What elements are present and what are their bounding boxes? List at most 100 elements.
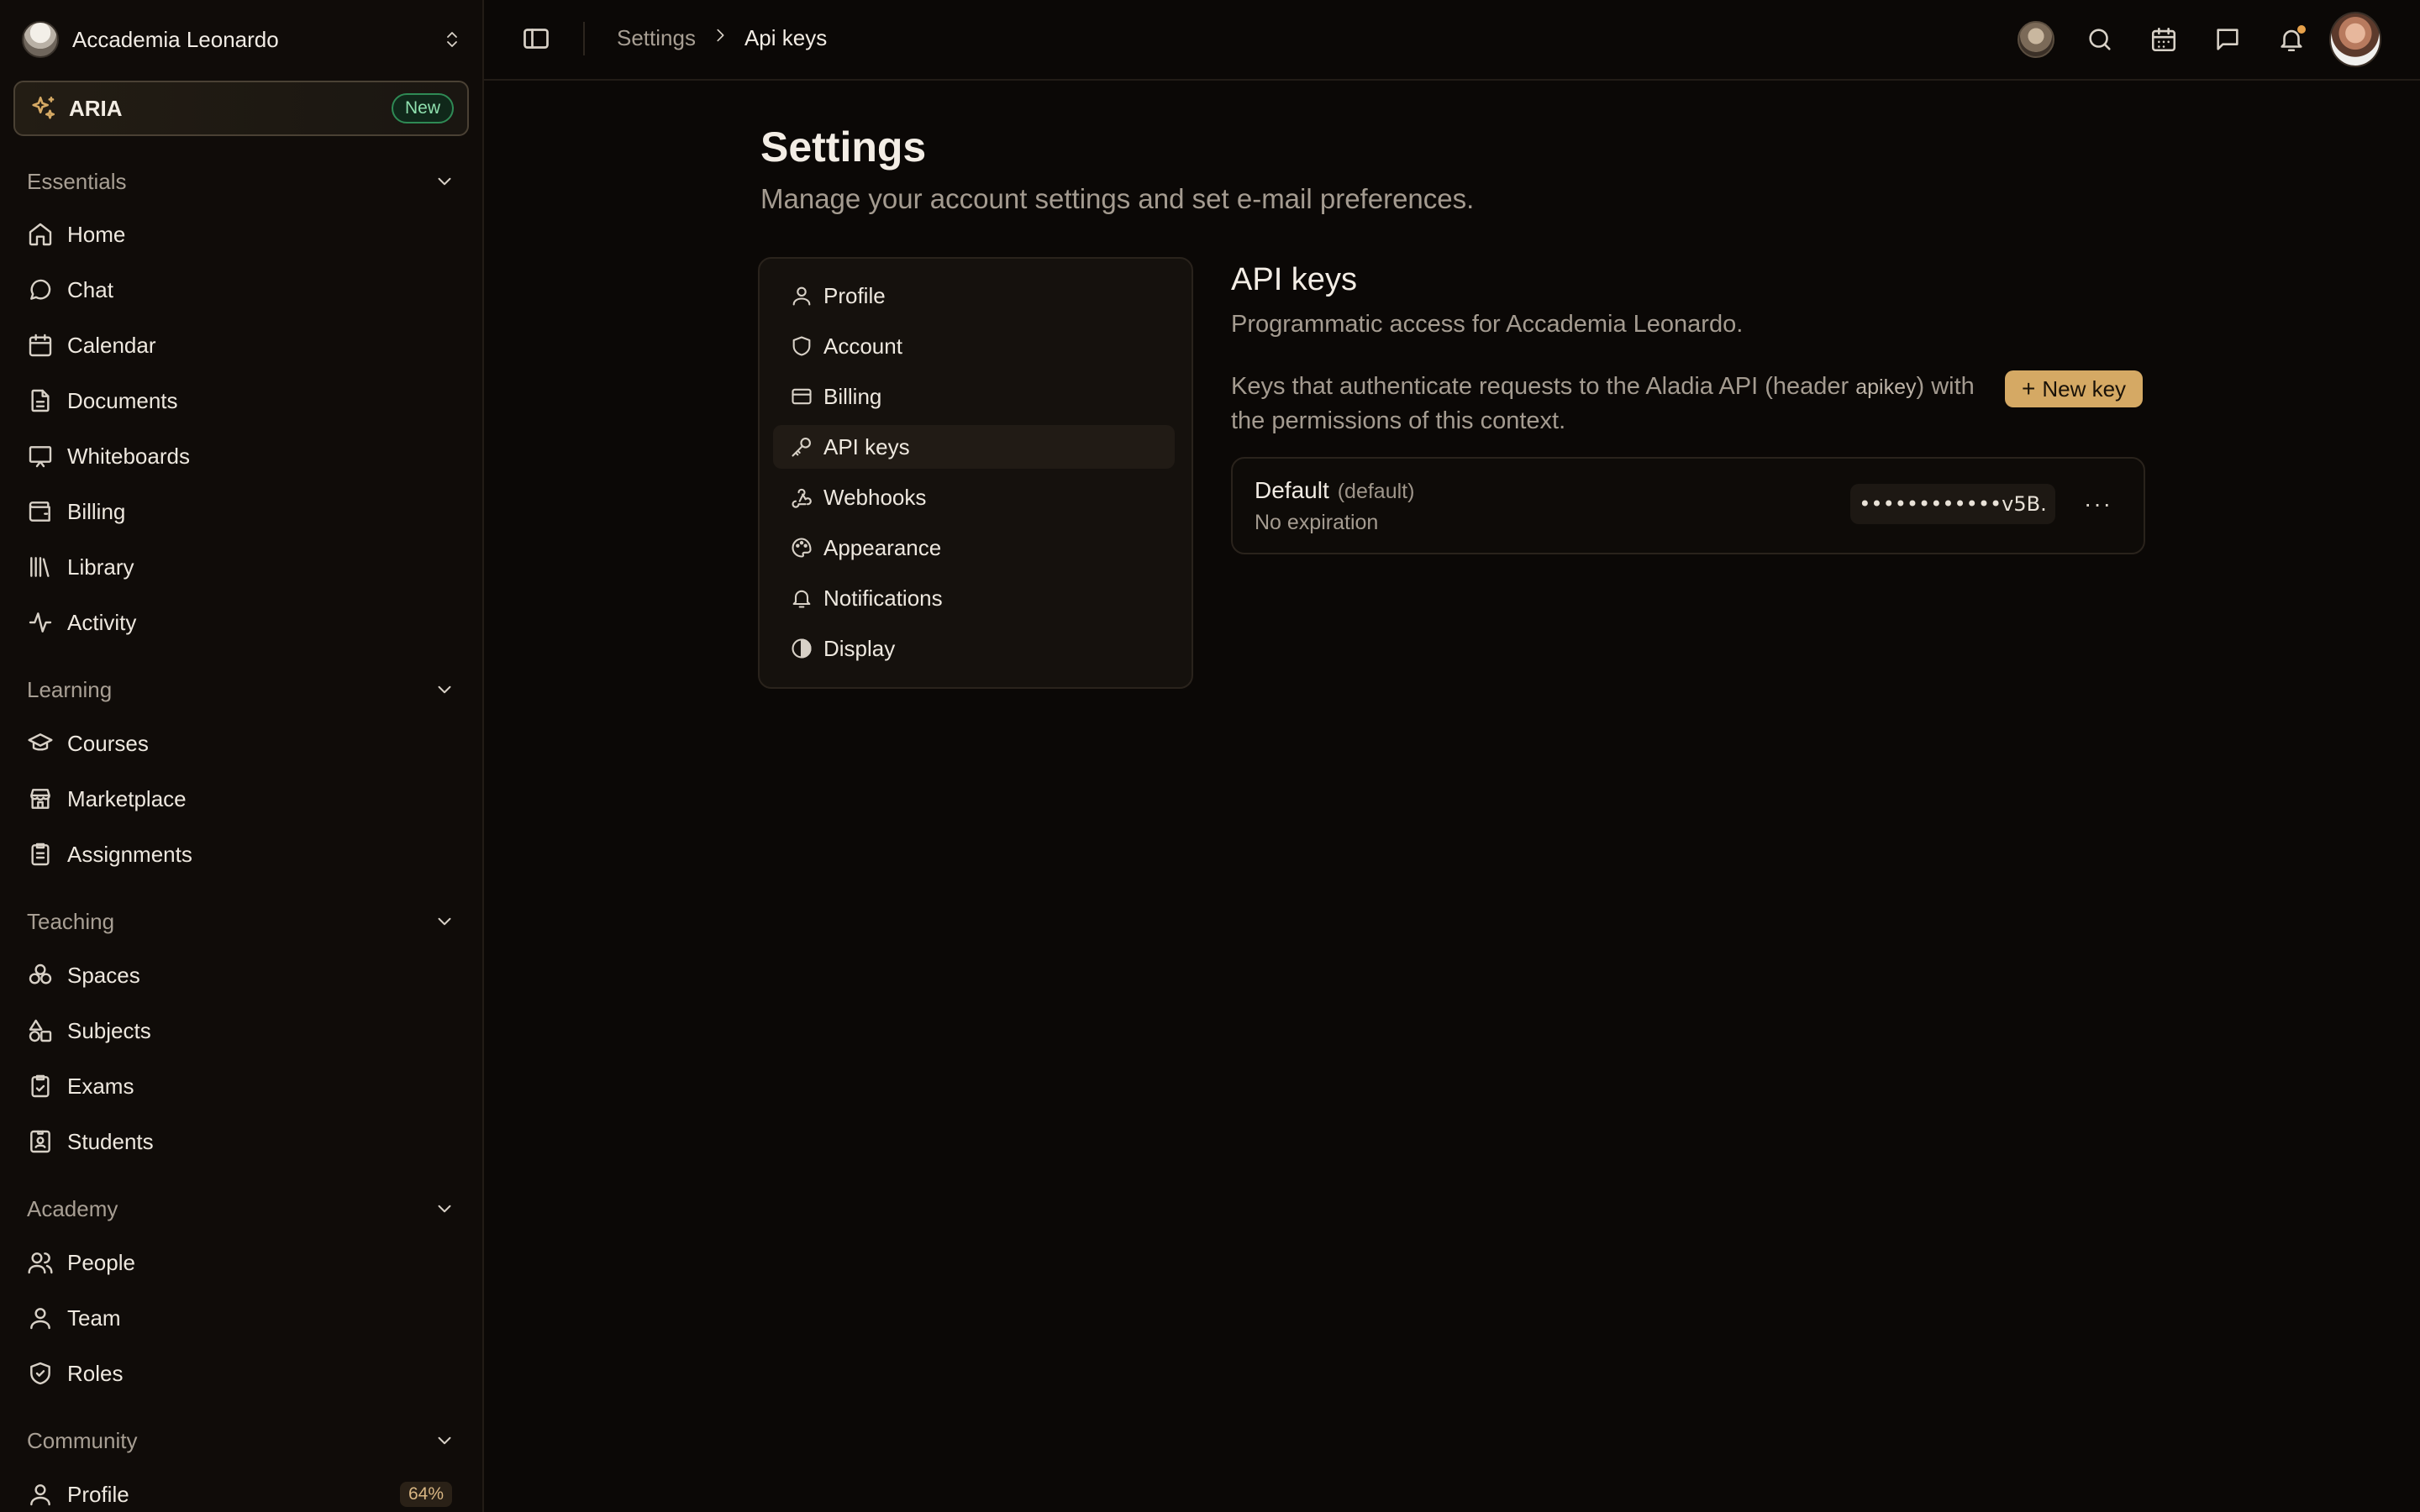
section-academy[interactable]: Academy bbox=[27, 1192, 455, 1226]
avatar bbox=[2329, 12, 2381, 67]
workspace-switcher[interactable]: Accademia Leonardo bbox=[13, 15, 469, 64]
shapes-icon bbox=[29, 1019, 52, 1042]
settings-nav-profile[interactable]: Profile bbox=[773, 274, 1175, 318]
shield-check-icon bbox=[30, 1362, 50, 1385]
new-key-button[interactable]: + New key bbox=[2005, 370, 2143, 407]
sidebar-item-documents[interactable]: Documents bbox=[13, 377, 469, 424]
sidebar-item-chat[interactable]: Chat bbox=[13, 266, 469, 313]
sidebar-item-home[interactable]: Home bbox=[13, 211, 469, 258]
api-keys-subtitle: Programmatic access for Accademia Leonar… bbox=[1231, 311, 1744, 338]
sidebar-item-label: Billing bbox=[67, 498, 126, 524]
settings-nav-notifications[interactable]: Notifications bbox=[773, 576, 1175, 620]
api-key-row: Default (default) No expiration •••••••••… bbox=[1231, 457, 2145, 554]
chevron-down-icon bbox=[438, 1205, 451, 1213]
sidebar-item-whiteboards[interactable]: Whiteboards bbox=[13, 433, 469, 480]
sidebar-item-marketplace[interactable]: Marketplace bbox=[13, 775, 469, 822]
sidebar-item-students[interactable]: Students bbox=[13, 1118, 469, 1165]
sidebar-item-label: Subjects bbox=[67, 1017, 151, 1043]
spaces-icon bbox=[29, 963, 52, 984]
workspace-logo bbox=[22, 21, 59, 58]
clipboard-icon bbox=[31, 843, 50, 866]
user-menu-button[interactable] bbox=[2329, 12, 2381, 67]
aria-label: ARIA bbox=[69, 95, 123, 121]
user-icon bbox=[30, 1484, 50, 1506]
sidebar-item-billing[interactable]: Billing bbox=[13, 488, 469, 535]
sidebar-toggle-icon[interactable] bbox=[521, 24, 551, 54]
section-community[interactable]: Community bbox=[27, 1424, 455, 1457]
notification-dot bbox=[2297, 25, 2306, 34]
sidebar-item-label: Activity bbox=[67, 609, 137, 635]
api-key-expiry: No expiration bbox=[1255, 511, 1379, 534]
section-learning[interactable]: Learning bbox=[27, 673, 455, 706]
aria-button[interactable]: ARIA New bbox=[13, 81, 469, 136]
api-key-masked-value[interactable]: ••••••••••••v5B. bbox=[1850, 484, 2055, 524]
calendar-button[interactable] bbox=[2138, 13, 2190, 66]
bell-icon bbox=[792, 590, 811, 608]
section-title: Community bbox=[27, 1427, 138, 1453]
new-badge: New bbox=[391, 93, 454, 123]
search-button[interactable] bbox=[2074, 13, 2126, 66]
sidebar-item-label: Spaces bbox=[67, 962, 140, 988]
context-avatar bbox=[2018, 21, 2054, 58]
credit-card-icon bbox=[792, 388, 812, 405]
messages-button[interactable] bbox=[2202, 13, 2254, 66]
settings-nav-billing[interactable]: Billing bbox=[773, 375, 1175, 418]
breadcrumb: Settings Api keys bbox=[617, 25, 827, 51]
page-title: Settings bbox=[760, 123, 927, 171]
sidebar-item-calendar[interactable]: Calendar bbox=[13, 322, 469, 369]
settings-nav-account[interactable]: Account bbox=[773, 324, 1175, 368]
document-icon bbox=[31, 389, 50, 412]
sidebar-item-team[interactable]: Team bbox=[13, 1294, 469, 1341]
sidebar: Accademia Leonardo ARIA New Essentials H… bbox=[0, 0, 484, 1512]
divider bbox=[583, 22, 585, 55]
more-horizontal-icon[interactable]: ··· bbox=[2076, 486, 2120, 522]
plus-icon: + bbox=[2021, 375, 2036, 402]
section-title: Academy bbox=[27, 1195, 118, 1221]
sidebar-item-label: Documents bbox=[67, 387, 178, 413]
settings-nav-label: Billing bbox=[823, 383, 882, 409]
notifications-button[interactable] bbox=[2265, 13, 2317, 66]
sidebar-item-spaces[interactable]: Spaces bbox=[13, 952, 469, 999]
activity-icon bbox=[29, 612, 52, 633]
sidebar-item-label: Exams bbox=[67, 1073, 134, 1099]
chat-icon bbox=[30, 279, 51, 300]
settings-nav-label: Profile bbox=[823, 282, 886, 308]
header-name-code: apikey bbox=[1855, 375, 1917, 399]
sidebar-item-subjects[interactable]: Subjects bbox=[13, 1007, 469, 1054]
shield-icon bbox=[792, 336, 811, 356]
default-tag: (default) bbox=[1337, 480, 1415, 503]
sidebar-item-activity[interactable]: Activity bbox=[13, 599, 469, 646]
sidebar-item-people[interactable]: People bbox=[13, 1239, 469, 1286]
sidebar-item-assignments[interactable]: Assignments bbox=[13, 831, 469, 878]
top-bar-actions bbox=[1998, 12, 2381, 67]
sidebar-item-library[interactable]: Library bbox=[13, 543, 469, 591]
settings-nav-api-keys[interactable]: API keys bbox=[773, 425, 1175, 469]
message-square-icon bbox=[2217, 29, 2238, 50]
settings-nav-label: Account bbox=[823, 333, 902, 359]
section-title: Essentials bbox=[27, 168, 127, 194]
search-icon bbox=[2089, 29, 2111, 50]
workspace-name: Accademia Leonardo bbox=[72, 26, 279, 52]
sidebar-item-label: Team bbox=[67, 1305, 121, 1331]
user-icon bbox=[792, 286, 811, 306]
calendar-icon bbox=[2151, 27, 2176, 52]
settings-nav-appearance[interactable]: Appearance bbox=[773, 526, 1175, 570]
breadcrumb-settings[interactable]: Settings bbox=[617, 25, 696, 51]
chevron-down-icon bbox=[438, 1436, 451, 1445]
chevron-right-icon bbox=[711, 26, 729, 50]
context-avatar-button[interactable] bbox=[2010, 13, 2062, 66]
palette-icon bbox=[792, 538, 812, 558]
settings-nav-webhooks[interactable]: Webhooks bbox=[773, 475, 1175, 519]
sidebar-item-roles[interactable]: Roles bbox=[13, 1350, 469, 1397]
settings-nav-display[interactable]: Display bbox=[773, 627, 1175, 670]
sidebar-item-exams[interactable]: Exams bbox=[13, 1063, 469, 1110]
user-icon bbox=[30, 1308, 50, 1330]
sidebar-item-courses[interactable]: Courses bbox=[13, 720, 469, 767]
app-root: Accademia Leonardo ARIA New Essentials H… bbox=[0, 0, 2420, 1512]
chevrons-up-down-icon bbox=[435, 27, 469, 52]
whiteboard-icon bbox=[29, 446, 52, 468]
api-key-name-line: Default (default) bbox=[1255, 477, 1414, 504]
section-teaching[interactable]: Teaching bbox=[27, 905, 455, 938]
sidebar-item-profile[interactable]: Profile 64% bbox=[13, 1471, 469, 1512]
section-essentials[interactable]: Essentials bbox=[27, 165, 455, 198]
